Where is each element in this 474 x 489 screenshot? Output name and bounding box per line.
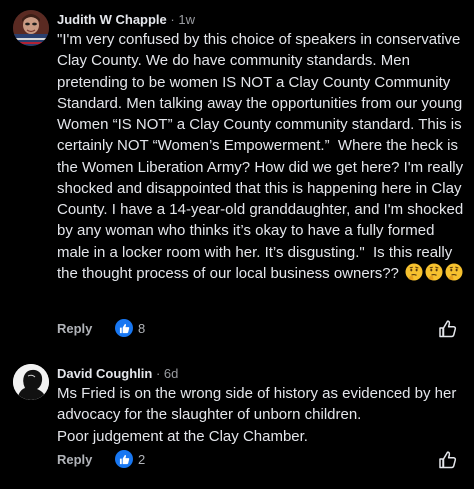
thinking-face-icon (425, 263, 443, 287)
like-reaction-icon (115, 450, 133, 468)
timestamp[interactable]: 1w (178, 12, 195, 27)
separator: · (152, 366, 164, 381)
author-name[interactable]: Judith W Chapple (57, 12, 167, 27)
thumbs-up-icon (439, 320, 457, 338)
timestamp[interactable]: 6d (164, 366, 178, 381)
comment-actions: Reply 8 (57, 319, 458, 341)
like-button[interactable] (438, 450, 458, 470)
reaction-summary[interactable]: 2 (115, 450, 145, 468)
comment-actions: Reply 2 (57, 450, 458, 472)
comment-text: Ms Fried is on the wrong side of history… (57, 385, 457, 445)
like-reaction-icon (115, 319, 133, 337)
comment-header: Judith W Chapple · 1w (57, 12, 195, 27)
reaction-count: 8 (138, 320, 146, 336)
reply-button[interactable]: Reply (57, 321, 92, 336)
author-name[interactable]: David Coughlin (57, 366, 152, 381)
separator: · (166, 12, 179, 27)
avatar[interactable] (13, 10, 49, 46)
reaction-summary[interactable]: 8 (115, 319, 145, 337)
profile-photo-icon (13, 10, 49, 46)
reaction-count: 2 (138, 451, 146, 467)
thinking-face-icon (445, 263, 463, 287)
reply-button[interactable]: Reply (57, 452, 92, 467)
thumbs-up-icon (439, 451, 457, 469)
comment-text: "I'm very confused by this choice of spe… (57, 29, 467, 287)
thinking-face-icon (405, 263, 423, 287)
avatar[interactable] (13, 364, 49, 400)
comment-header: David Coughlin · 6d (57, 366, 178, 381)
silhouette-photo-icon (13, 364, 49, 400)
like-button[interactable] (438, 319, 458, 339)
comment-text-content: "I'm very confused by this choice of spe… (57, 31, 468, 282)
